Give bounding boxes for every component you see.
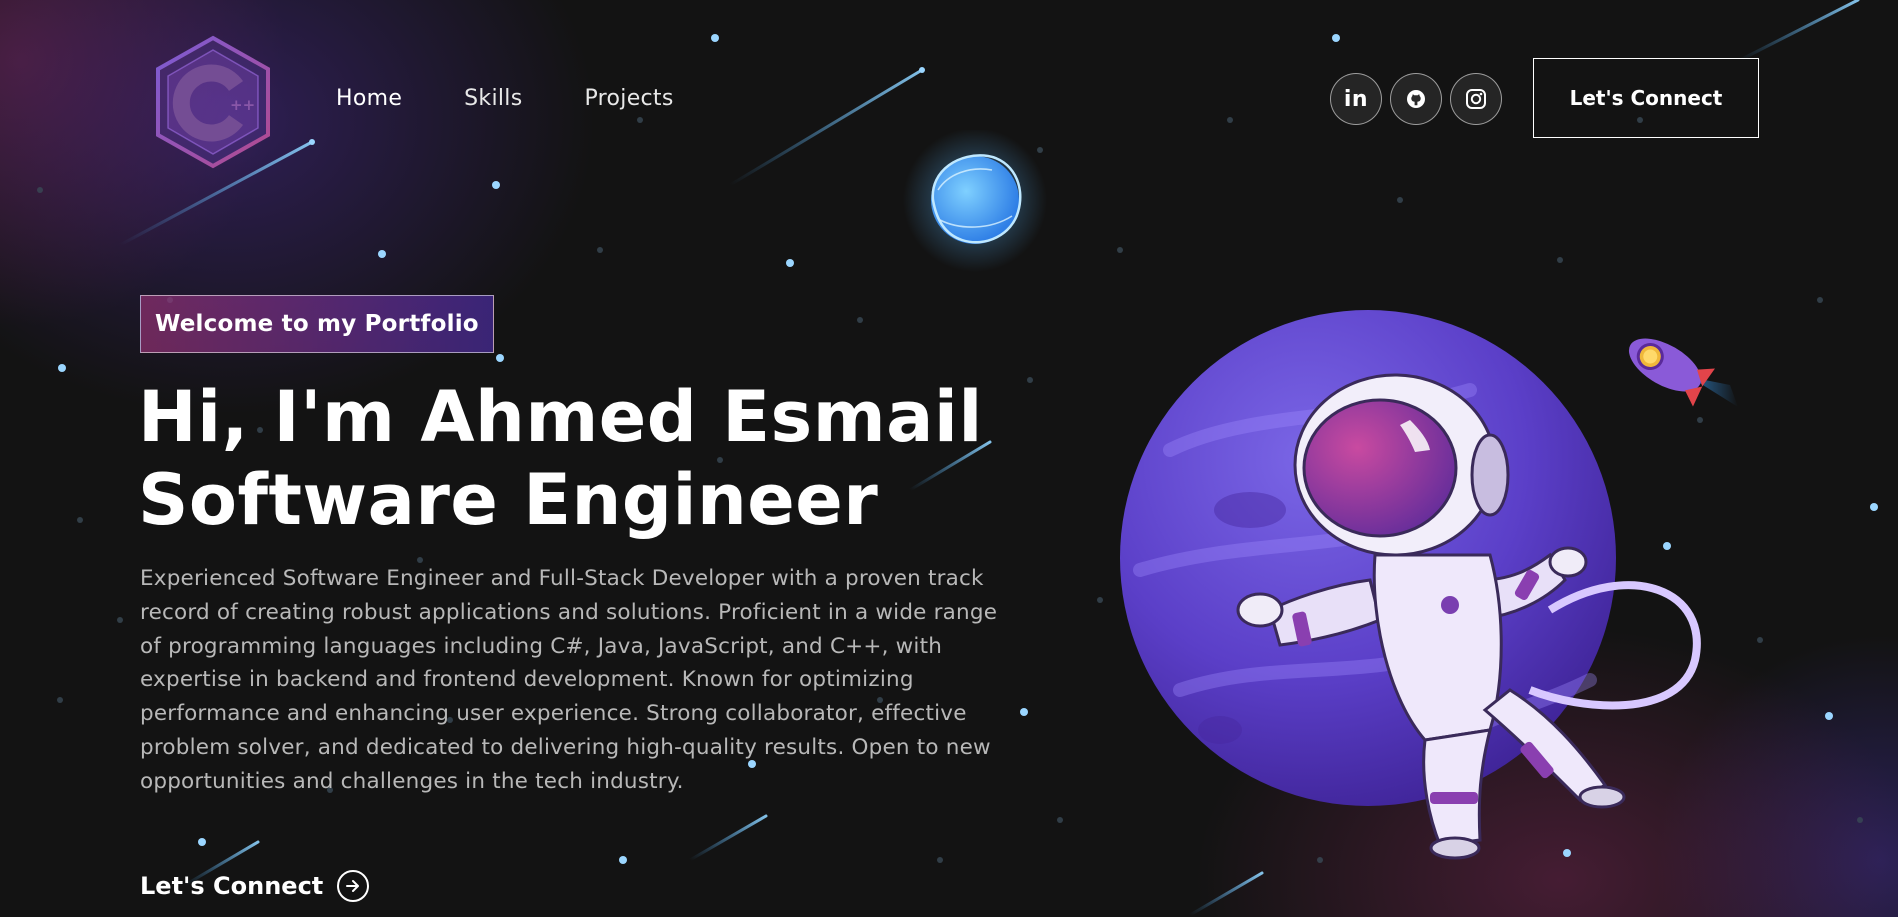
bio-line: of programming languages including C#, J… xyxy=(140,633,943,659)
lets-connect-link-label: Let's Connect xyxy=(140,872,324,900)
bio-line: expertise in backend and frontend develo… xyxy=(140,667,914,693)
github-button[interactable] xyxy=(1390,73,1442,125)
arrow-right-circle-icon xyxy=(337,870,370,902)
tagline-badge: Welcome to my Portfolio xyxy=(140,295,494,353)
github-icon xyxy=(1407,90,1425,108)
blue-planet-icon xyxy=(903,130,1047,272)
instagram-button[interactable] xyxy=(1450,73,1502,125)
nav-link-projects[interactable]: Projects xyxy=(584,86,673,111)
cpp-hexagon-logo[interactable]: ++ xyxy=(150,34,276,170)
svg-text:++: ++ xyxy=(230,96,255,114)
bio-line: problem solver, and dedicated to deliver… xyxy=(140,734,991,760)
social-links: in xyxy=(1330,73,1502,125)
lets-connect-button[interactable]: Let's Connect xyxy=(1533,58,1759,138)
lets-connect-link[interactable]: Let's Connect xyxy=(140,870,370,902)
bio-line: Experienced Software Engineer and Full-S… xyxy=(140,566,984,591)
bio-line: opportunities and challenges in the tech… xyxy=(140,768,684,794)
nav-link-home[interactable]: Home xyxy=(336,86,402,111)
nav-link-skills[interactable]: Skills xyxy=(464,86,522,111)
rocket-icon xyxy=(1628,338,1738,407)
hero-headline: Hi, I'm Ahmed Esmail Software Engineer xyxy=(138,376,983,542)
linkedin-icon: in xyxy=(1343,86,1369,112)
bio-paragraph: Experienced Software Engineer and Full-S… xyxy=(140,562,1040,799)
main-navigation: Home Skills Projects xyxy=(336,86,674,111)
bio-line: performance and enhancing user experienc… xyxy=(140,701,967,727)
linkedin-button[interactable]: in xyxy=(1330,73,1382,125)
headline-greeting: Hi, I'm Ahmed Esmail xyxy=(138,376,983,458)
portfolio-page: ++ Home Skills Projects in Let's Connect… xyxy=(0,0,1898,917)
headline-role: Software Engineer xyxy=(138,459,879,541)
bio-line: record of creating robust applications a… xyxy=(140,599,998,625)
instagram-icon xyxy=(1466,89,1486,109)
